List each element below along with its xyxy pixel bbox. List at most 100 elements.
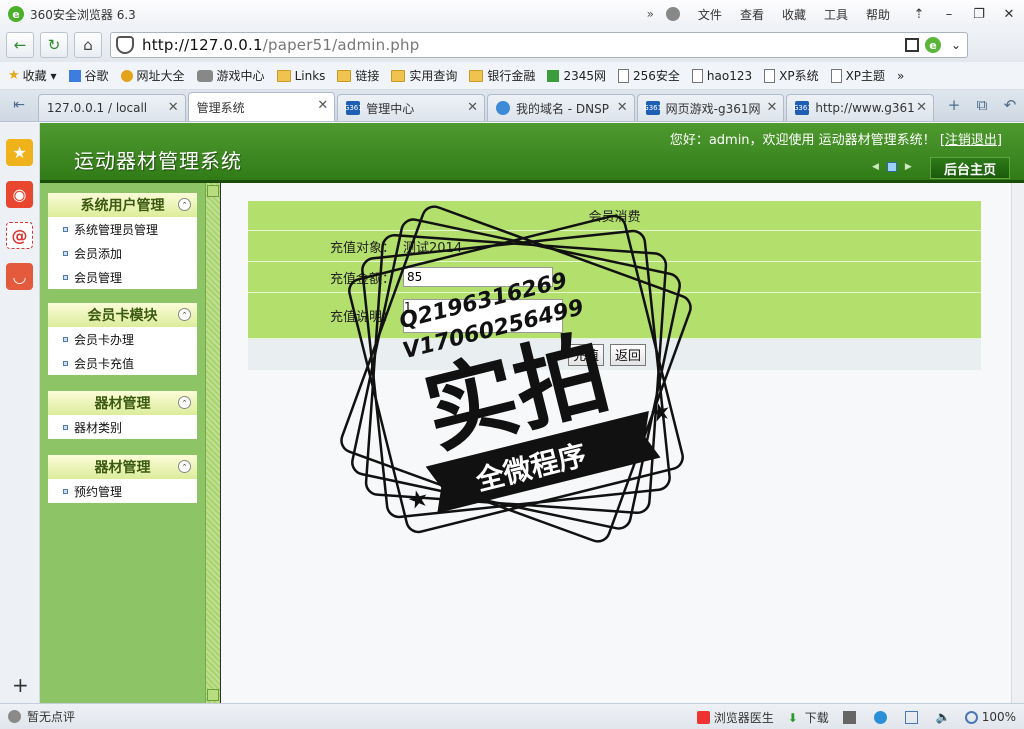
bullet-icon xyxy=(63,274,68,280)
gamepad-icon xyxy=(196,69,213,82)
add-icon[interactable]: + xyxy=(12,673,29,697)
close-tab-icon[interactable]: ✕ xyxy=(467,100,478,115)
home-button[interactable]: ⌂ xyxy=(74,32,102,58)
close-window-button[interactable]: ✕ xyxy=(994,0,1024,28)
security-shield-icon[interactable] xyxy=(116,36,134,54)
bookmark-256[interactable]: 256安全 xyxy=(617,67,680,84)
rating-status[interactable]: 暂无点评 xyxy=(8,708,75,725)
bookmark-favorites[interactable]: ★ 收藏 ▾ xyxy=(8,67,57,84)
shopping-bag-icon[interactable]: ◡ xyxy=(6,263,33,290)
tab-admin-system[interactable]: 管理系统 ✕ xyxy=(187,92,336,121)
url-text[interactable]: http://127.0.0.1/paper51/admin.php xyxy=(142,36,419,54)
menu-group-title[interactable]: 器材管理 ⌃ xyxy=(48,455,197,479)
downloads[interactable]: ⬇ 下载 xyxy=(788,709,829,726)
menu-group-title[interactable]: 系统用户管理 ⌃ xyxy=(48,193,197,217)
menu-favorites[interactable]: 收藏 xyxy=(782,6,806,23)
back-button[interactable]: ← xyxy=(6,32,34,58)
menu-item-equipment-category[interactable]: 器材类别 xyxy=(48,415,197,439)
bookmark-2345[interactable]: 2345网 xyxy=(547,67,606,84)
chevron-down-icon[interactable]: ⌄ xyxy=(951,38,961,52)
new-tab-icon[interactable]: + xyxy=(940,96,968,114)
volume-icon[interactable]: 🔈 xyxy=(936,710,951,724)
menu-help[interactable]: 帮助 xyxy=(866,6,890,23)
user-icon[interactable] xyxy=(665,7,680,21)
logout-link[interactable]: 注销退出 xyxy=(945,133,997,148)
admin-home-button[interactable]: 后台主页 xyxy=(930,157,1010,179)
bookmark-links[interactable]: Links xyxy=(276,69,325,83)
frame-splitter[interactable] xyxy=(205,183,221,703)
nav-next-icon[interactable]: ▶ xyxy=(905,162,912,172)
tab-management-center[interactable]: G361 管理中心 ✕ xyxy=(337,94,485,121)
compat-icon[interactable] xyxy=(842,710,860,724)
ie-mode-icon[interactable]: e xyxy=(924,37,941,53)
menu-item-card-recharge[interactable]: 会员卡充值 xyxy=(48,351,197,375)
menu-view[interactable]: 查看 xyxy=(740,6,764,23)
menu-group-title[interactable]: 会员卡模块 ⌃ xyxy=(48,303,197,327)
note-textarea[interactable]: 1 xyxy=(403,298,563,333)
tab-list-icon[interactable]: ⧉ xyxy=(968,96,996,114)
browser-doctor[interactable]: 浏览器医生 xyxy=(696,709,774,726)
close-tab-icon[interactable]: ✕ xyxy=(916,100,927,115)
bookmark-link-folder[interactable]: 链接 xyxy=(337,67,379,84)
browser-logo-icon: e xyxy=(8,6,24,22)
bullet-icon xyxy=(63,226,68,232)
favorites-star-icon[interactable]: ★ xyxy=(6,139,33,166)
collapse-icon[interactable]: ⌃ xyxy=(178,198,191,211)
download-icon: ⬇ xyxy=(787,710,798,725)
bookmark-bank[interactable]: 银行金融 xyxy=(469,67,535,84)
nav-prev-icon[interactable]: ◀ xyxy=(872,162,879,172)
bullet-icon xyxy=(63,488,68,494)
zoom-control[interactable]: 100% xyxy=(964,710,1016,724)
bookmark-games[interactable]: 游戏中心 xyxy=(196,67,265,84)
qr-code-icon[interactable] xyxy=(904,38,919,52)
page-icon xyxy=(764,68,776,83)
menu-tools[interactable]: 工具 xyxy=(824,6,848,23)
menu-item-member-add[interactable]: 会员添加 xyxy=(48,241,197,265)
sidebar-toggle-icon[interactable]: ⇤ xyxy=(0,89,38,121)
bookmarks-more-icon[interactable]: » xyxy=(897,69,904,83)
menu-group-title[interactable]: 器材管理 ⌃ xyxy=(48,391,197,415)
tab-web-games[interactable]: G361 网页游戏-g361网 ✕ xyxy=(636,94,785,121)
menu-item-admin-manage[interactable]: 系统管理员管理 xyxy=(48,217,197,241)
bookmark-hao123[interactable]: hao123 xyxy=(691,68,752,83)
close-tab-icon[interactable]: ✕ xyxy=(168,100,179,115)
menu-item-booking-manage[interactable]: 预约管理 xyxy=(48,479,197,503)
collapse-icon[interactable]: ⌃ xyxy=(178,308,191,321)
close-tab-icon[interactable]: ✕ xyxy=(617,100,628,115)
url-field[interactable]: http://127.0.0.1/paper51/admin.php e ⌄ xyxy=(110,32,968,58)
ie-icon[interactable] xyxy=(873,710,891,724)
chevron-right-icon[interactable]: » xyxy=(647,7,654,21)
email-icon[interactable]: @ xyxy=(6,222,33,249)
nav-toggle-icon[interactable] xyxy=(886,162,897,172)
pin-button[interactable]: ⇡ xyxy=(904,0,934,28)
close-tab-icon[interactable]: ✕ xyxy=(766,100,777,115)
recharge-button[interactable]: 充值 xyxy=(568,343,605,366)
tab-localhost[interactable]: 127.0.0.1 / locall ✕ xyxy=(37,94,186,121)
collapse-icon[interactable]: ⌃ xyxy=(178,460,191,473)
status-bar: 暂无点评 浏览器医生 ⬇ 下载 🔈 100% xyxy=(0,703,1024,729)
undo-close-icon[interactable]: ↶ xyxy=(996,96,1024,114)
tab-my-domain[interactable]: 我的域名 - DNSP ✕ xyxy=(486,94,635,121)
splitter-down-icon[interactable] xyxy=(207,689,219,701)
tab-g361-url[interactable]: G361 http://www.g361 ✕ xyxy=(786,94,935,121)
menu-item-member-manage[interactable]: 会员管理 xyxy=(48,265,197,289)
bookmark-google[interactable]: 谷歌 xyxy=(68,67,109,84)
amount-input[interactable] xyxy=(403,267,553,287)
menu-item-card-issue[interactable]: 会员卡办理 xyxy=(48,327,197,351)
minimize-button[interactable]: – xyxy=(934,0,964,28)
content-scrollbar[interactable] xyxy=(1011,183,1024,703)
refresh-button[interactable]: ↻ xyxy=(40,32,68,58)
menu-file[interactable]: 文件 xyxy=(698,6,722,23)
bookmark-xp-system[interactable]: XP系统 xyxy=(764,67,819,84)
collapse-icon[interactable]: ⌃ xyxy=(178,396,191,409)
back-form-button[interactable]: 返回 xyxy=(610,343,647,366)
restore-button[interactable]: ❐ xyxy=(964,0,994,28)
form-row-amount: 充值金额： xyxy=(248,262,981,293)
bookmark-xp-theme[interactable]: XP主题 xyxy=(830,67,885,84)
weibo-icon[interactable]: ◉ xyxy=(6,181,33,208)
splitter-up-icon[interactable] xyxy=(207,185,219,197)
bookmark-tools[interactable]: 实用查询 xyxy=(391,67,457,84)
screen-icon[interactable] xyxy=(904,710,922,724)
bookmark-sites[interactable]: 网址大全 xyxy=(120,67,185,84)
close-tab-icon[interactable]: ✕ xyxy=(317,98,328,113)
